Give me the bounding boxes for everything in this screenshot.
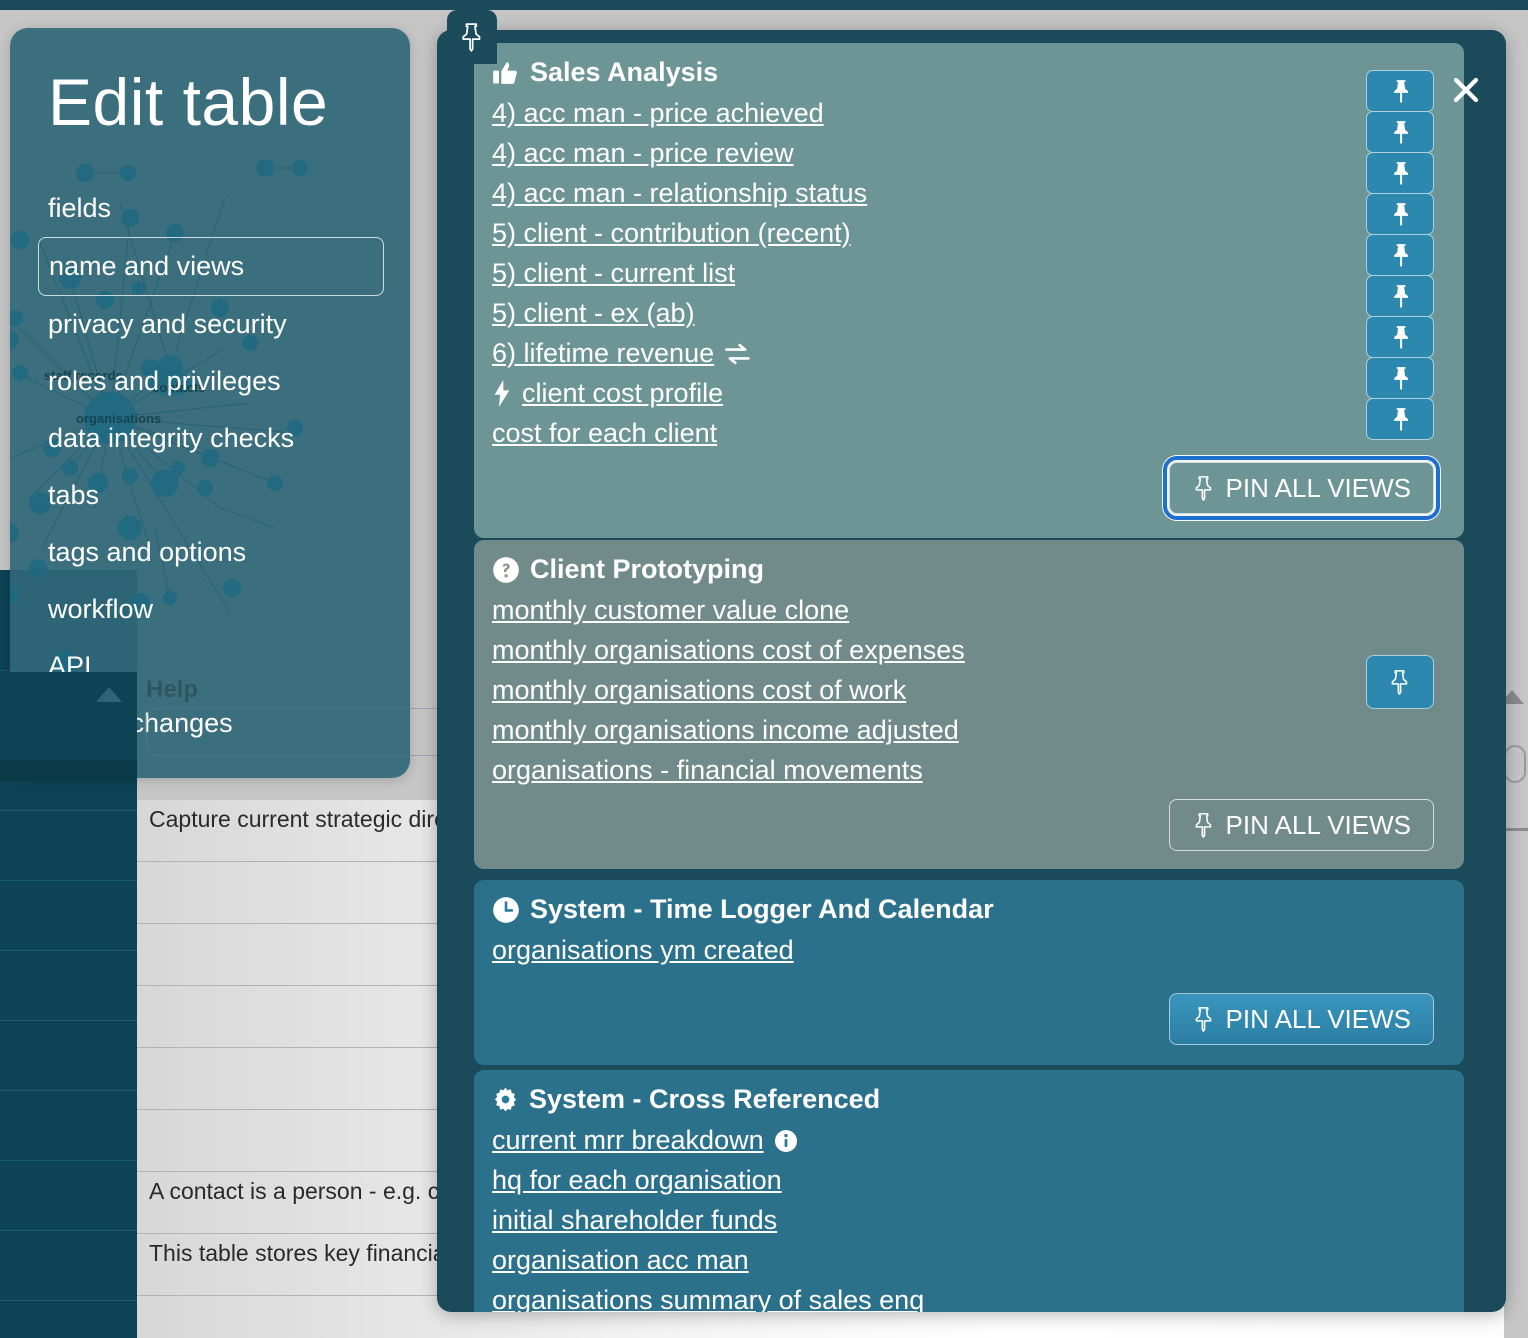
pin-view-button[interactable] xyxy=(1366,234,1434,276)
bolt-icon xyxy=(492,380,512,407)
section-header: System - Time Logger And Calendar xyxy=(474,880,1464,931)
pin-view-button[interactable] xyxy=(1366,398,1434,440)
section-title: System - Time Logger And Calendar xyxy=(530,894,994,925)
sidebar-block-lower xyxy=(0,760,137,782)
view-link[interactable]: 4) acc man - relationship status xyxy=(492,174,867,214)
section-links: 4) acc man - price achieved 4) acc man -… xyxy=(474,94,1464,464)
gear-icon xyxy=(492,1086,519,1113)
pin-view-button[interactable] xyxy=(1366,193,1434,235)
menu-item-tabs[interactable]: tabs xyxy=(10,467,410,524)
exchange-icon xyxy=(724,343,751,365)
menu-item-name-and-views[interactable]: name and views xyxy=(38,237,384,296)
view-link[interactable]: organisations - financial movements xyxy=(492,751,923,791)
view-link[interactable]: client cost profile xyxy=(522,374,723,414)
pin-icon xyxy=(1192,475,1216,501)
pin-views-modal: Sales Analysis 4) acc man - price achiev… xyxy=(437,30,1506,1312)
pin-all-views-button[interactable]: PIN ALL VIEWS xyxy=(1169,462,1434,514)
pin-all-views-label: PIN ALL VIEWS xyxy=(1226,1004,1411,1035)
edit-table-panel: staff records contacts organisations Edi… xyxy=(10,28,410,778)
app-topbar xyxy=(0,0,1528,10)
pin-buttons-column xyxy=(1366,71,1434,440)
view-link[interactable]: monthly organisations cost of work xyxy=(492,671,906,711)
info-circle-icon[interactable] xyxy=(774,1129,798,1153)
pin-all-views-button[interactable]: PIN ALL VIEWS xyxy=(1169,993,1434,1045)
view-link[interactable]: monthly organisations cost of expenses xyxy=(492,631,965,671)
pin-icon xyxy=(1192,812,1216,838)
view-link[interactable]: initial shareholder funds xyxy=(492,1201,777,1241)
view-link[interactable]: current mrr breakdown xyxy=(492,1121,764,1161)
close-icon[interactable] xyxy=(1448,72,1484,108)
pin-icon xyxy=(1192,1006,1216,1032)
view-link[interactable]: hq for each organisation xyxy=(492,1161,782,1201)
menu-item-fields[interactable]: fields xyxy=(10,180,410,237)
pin-icon xyxy=(459,22,485,52)
section-client-prototyping: Client Prototyping monthly customer valu… xyxy=(474,540,1464,869)
clock-icon xyxy=(492,896,520,924)
section-title: System - Cross Referenced xyxy=(529,1084,880,1115)
pin-icon xyxy=(1388,669,1412,695)
scrollbar-thumb[interactable] xyxy=(1504,745,1526,783)
collapse-up-icon[interactable] xyxy=(96,687,122,702)
edit-table-menu: fields name and views privacy and securi… xyxy=(10,180,410,752)
menu-item-privacy-and-security[interactable]: privacy and security xyxy=(10,296,410,353)
menu-item-data-integrity-checks[interactable]: data integrity checks xyxy=(10,410,410,467)
menu-item-workflow[interactable]: workflow xyxy=(10,581,410,638)
section-header: System - Cross Referenced xyxy=(474,1070,1464,1121)
view-link[interactable]: monthly organisations income adjusted xyxy=(492,711,959,751)
vertical-scrollbar[interactable] xyxy=(1504,570,1528,1338)
view-link[interactable]: organisation acc man xyxy=(492,1241,749,1281)
pin-all-views-button[interactable]: PIN ALL VIEWS xyxy=(1169,799,1434,851)
section-title: Client Prototyping xyxy=(530,554,764,585)
view-link[interactable]: 6) lifetime revenue xyxy=(492,334,714,374)
view-link[interactable]: 4) acc man - price review xyxy=(492,134,794,174)
section-header: Sales Analysis xyxy=(474,43,1464,94)
help-label: Help xyxy=(146,676,198,704)
pin-view-button[interactable] xyxy=(1366,111,1434,153)
pin-view-button[interactable] xyxy=(1366,357,1434,399)
menu-item-tags-and-options[interactable]: tags and options xyxy=(10,524,410,581)
section-sales-analysis: Sales Analysis 4) acc man - price achiev… xyxy=(474,43,1464,538)
view-link[interactable]: organisations summary of sales enq xyxy=(492,1281,924,1312)
section-links: organisations ym created xyxy=(474,931,1464,981)
section-links: current mrr breakdown hq for each organi… xyxy=(474,1121,1464,1312)
pin-view-button[interactable] xyxy=(1366,316,1434,358)
pin-view-button[interactable] xyxy=(1366,152,1434,194)
view-link[interactable]: 4) acc man - price achieved xyxy=(492,94,824,134)
view-link[interactable]: 5) client - current list xyxy=(492,254,735,294)
menu-item-roles-and-privileges[interactable]: roles and privileges xyxy=(10,353,410,410)
pin-view-button[interactable] xyxy=(1366,275,1434,317)
view-link[interactable]: 5) client - contribution (recent) xyxy=(492,214,851,254)
section-system-time-logger: System - Time Logger And Calendar organi… xyxy=(474,880,1464,1065)
section-system-cross-referenced: System - Cross Referenced current mrr br… xyxy=(474,1070,1464,1312)
pin-all-views-label: PIN ALL VIEWS xyxy=(1226,810,1411,841)
pin-all-views-label: PIN ALL VIEWS xyxy=(1226,473,1411,504)
view-link[interactable]: organisations ym created xyxy=(492,931,794,971)
section-title: Sales Analysis xyxy=(530,57,718,88)
scrollbar-divider xyxy=(1504,828,1528,831)
view-link[interactable]: 5) client - ex (ab) xyxy=(492,294,695,334)
question-circle-icon xyxy=(492,556,520,584)
section-header: Client Prototyping xyxy=(474,540,1464,591)
view-link[interactable]: monthly customer value clone xyxy=(492,591,849,631)
pin-view-button[interactable] xyxy=(1366,655,1434,709)
pin-view-button[interactable] xyxy=(1366,70,1434,112)
panel-title: Edit table xyxy=(10,28,410,140)
modal-pin-tab[interactable] xyxy=(447,10,497,64)
view-link[interactable]: cost for each client xyxy=(492,414,717,454)
section-links: monthly customer value clone monthly org… xyxy=(474,591,1464,801)
